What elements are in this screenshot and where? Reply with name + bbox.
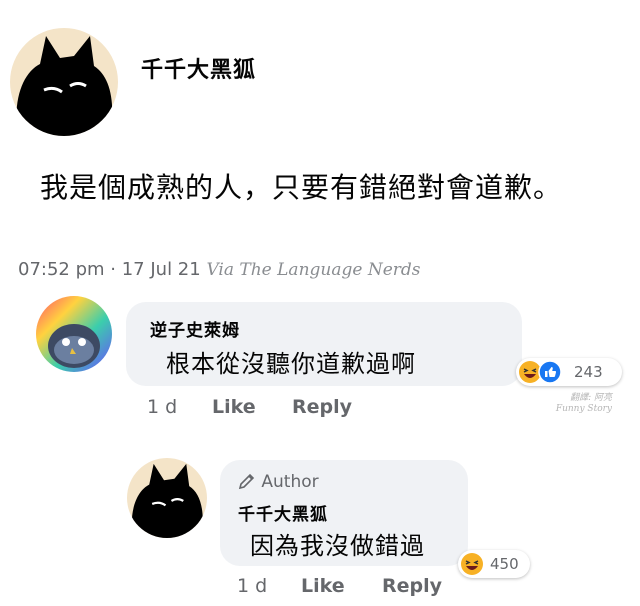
reply-bubble: Author 千千大黑狐 因為我沒做錯過 <box>220 460 468 566</box>
post-via-credit: Via The Language Nerds <box>206 260 421 280</box>
watermark-line: Funny Story <box>555 404 612 414</box>
comment-reactions[interactable]: 243 <box>516 358 622 386</box>
reply-button[interactable]: Reply <box>292 396 352 418</box>
reply-text: 因為我沒做錯過 <box>250 532 425 560</box>
post-author-avatar[interactable] <box>10 28 118 136</box>
black-fox-avatar-icon <box>127 458 207 538</box>
reply-age[interactable]: 1 d <box>237 575 267 597</box>
author-badge: Author <box>238 472 319 492</box>
post-text: 我是個成熟的人，只要有錯絕對會道歉。 <box>40 171 563 204</box>
post-meta: 07:52 pm · 17 Jul 21 Via The Language Ne… <box>18 259 421 280</box>
comment-actions: 1 d Like Reply <box>147 396 407 420</box>
reply-avatar[interactable] <box>127 458 207 538</box>
like-reaction-icon <box>538 360 562 384</box>
author-badge-label: Author <box>261 472 319 492</box>
reaction-count: 450 <box>490 555 519 573</box>
comment-avatar[interactable] <box>36 296 112 372</box>
reply-actions: 1 d Like Reply <box>237 575 477 599</box>
like-button[interactable]: Like <box>212 396 256 418</box>
like-button[interactable]: Like <box>301 575 345 597</box>
translation-watermark: 翻譯: 阿亮 Funny Story <box>556 393 612 415</box>
reply-reactions[interactable]: 450 <box>458 550 530 578</box>
pencil-icon <box>238 473 255 490</box>
post-timestamp[interactable]: 07:52 pm · 17 Jul 21 <box>18 259 201 280</box>
comment-text: 根本從沒聽你道歉過啊 <box>166 350 416 378</box>
comment-author-name[interactable]: 逆子史萊姆 <box>150 316 240 341</box>
reply-button[interactable]: Reply <box>382 575 442 597</box>
black-fox-avatar-icon <box>10 28 118 136</box>
post-author-name[interactable]: 千千大黑狐 <box>141 52 256 84</box>
comment-bubble: 逆子史萊姆 根本從沒聽你道歉過啊 <box>126 302 522 386</box>
reply-author-name[interactable]: 千千大黑狐 <box>238 500 328 525</box>
reaction-count: 243 <box>574 363 603 381</box>
comment-age[interactable]: 1 d <box>147 396 177 418</box>
slime-avatar-icon <box>36 296 112 372</box>
laugh-reaction-icon <box>461 553 483 575</box>
watermark-line: 翻譯: 阿亮 <box>570 393 612 403</box>
